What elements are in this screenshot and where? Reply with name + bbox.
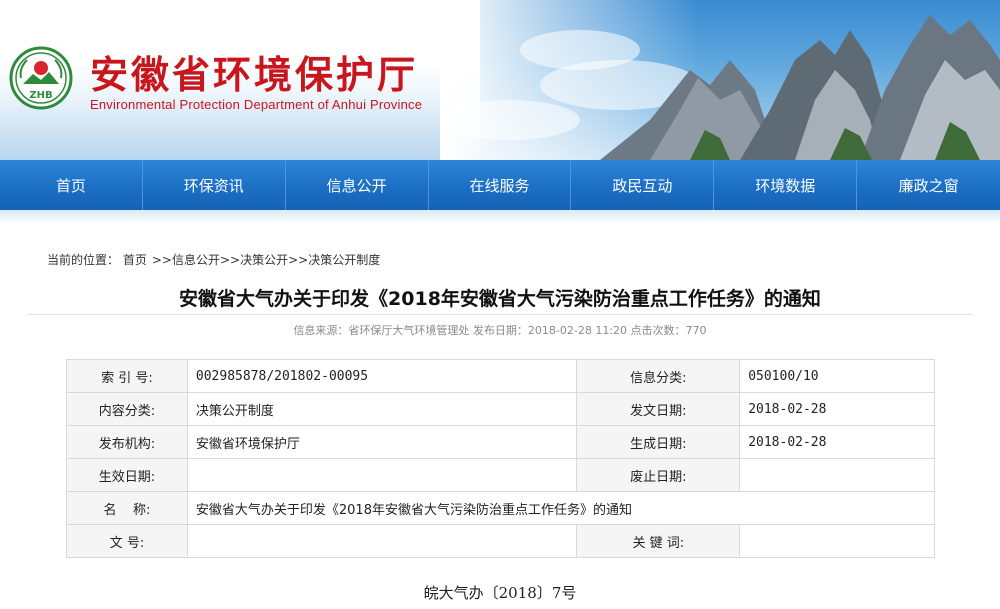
site-subtitle: Environmental Protection Department of A… (90, 97, 423, 112)
table-row: 发布机构: 安徽省环境保护厅 生成日期: 2018-02-28 (66, 425, 935, 459)
issue-date-label: 发文日期: (576, 392, 741, 426)
title-divider (28, 314, 972, 315)
site-title[interactable]: 安徽省环境保护厅 (90, 44, 418, 99)
breadcrumb-separator: >> (288, 253, 309, 267)
effective-date-label: 生效日期: (66, 458, 188, 492)
content-type-label: 内容分类: (66, 392, 188, 426)
keywords-label: 关 键 词: (576, 524, 741, 558)
nav-item-info-disclosure[interactable]: 信息公开 (286, 160, 429, 210)
breadcrumb-link-decision-system[interactable]: 决策公开制度 (308, 253, 380, 267)
category-label: 信息分类: (576, 359, 741, 393)
table-row: 生效日期: 废止日期: (66, 458, 935, 492)
created-date-value: 2018-02-28 (739, 425, 935, 459)
expiry-date-value (739, 458, 935, 492)
logo-text: ZHB (29, 90, 52, 101)
breadcrumb-link-home[interactable]: 首页 (123, 253, 147, 267)
effective-date-value (186, 458, 578, 492)
created-date-label: 生成日期: (576, 425, 741, 459)
issue-date-value: 2018-02-28 (739, 392, 935, 426)
breadcrumb-link-decision-disclosure[interactable]: 决策公开 (240, 253, 288, 267)
table-row: 内容分类: 决策公开制度 发文日期: 2018-02-28 (66, 392, 935, 426)
header-banner: ZHB 安徽省环境保护厅 Environmental Protection De… (0, 0, 1000, 160)
breadcrumb-separator: >> (151, 253, 172, 267)
table-row: 名 称: 安徽省大气办关于印发《2018年安徽省大气污染防治重点工作任务》的通知 (66, 491, 936, 525)
nav-item-home[interactable]: 首页 (0, 160, 143, 210)
name-value: 安徽省大气办关于印发《2018年安徽省大气污染防治重点工作任务》的通知 (186, 491, 936, 525)
nav-item-interaction[interactable]: 政民互动 (571, 160, 715, 210)
nav-item-news[interactable]: 环保资讯 (143, 160, 286, 210)
index-label: 索 引 号: (66, 359, 188, 393)
nav-item-env-data[interactable]: 环境数据 (714, 160, 858, 210)
nav-item-integrity[interactable]: 廉政之窗 (857, 160, 1000, 210)
category-value: 050100/10 (739, 359, 935, 393)
name-label: 名 称: (66, 491, 188, 525)
breadcrumb: 当前的位置： 首页 >>信息公开>>决策公开>>决策公开制度 (47, 251, 380, 268)
doc-no-label: 文 号: (66, 524, 188, 558)
main-nav: 首页 环保资讯 信息公开 在线服务 政民互动 环境数据 廉政之窗 (0, 160, 1000, 210)
mountain-illustration (600, 15, 1000, 160)
table-row: 索 引 号: 002985878/201802-00095 信息分类: 0501… (66, 359, 935, 393)
nav-item-online-service[interactable]: 在线服务 (429, 160, 572, 210)
publisher-value: 安徽省环境保护厅 (186, 425, 578, 459)
zhb-logo-icon: ZHB (9, 46, 73, 110)
breadcrumb-separator: >> (219, 253, 241, 267)
content-type-value: 决策公开制度 (186, 392, 578, 426)
doc-no-value (186, 524, 578, 558)
publisher-label: 发布机构: (66, 425, 188, 459)
keywords-value (739, 524, 935, 558)
expiry-date-label: 废止日期: (576, 458, 741, 492)
document-number: 皖大气办〔2018〕7号 (423, 584, 577, 602)
index-value: 002985878/201802-00095 (186, 359, 578, 393)
banner-cloud (440, 100, 580, 140)
article-meta: 信息来源：省环保厅大气环境管理处 发布日期：2018-02-28 11:20 点… (293, 324, 707, 337)
table-row: 文 号: 关 键 词: (66, 524, 935, 558)
nav-shadow-strip (0, 210, 1000, 224)
info-table: 索 引 号: 002985878/201802-00095 信息分类: 0501… (66, 359, 936, 558)
breadcrumb-prefix: 当前的位置： (47, 253, 120, 267)
breadcrumb-link-info-disclosure[interactable]: 信息公开 (172, 253, 220, 267)
article-title: 安徽省大气办关于印发《2018年安徽省大气污染防治重点工作任务》的通知 (179, 288, 821, 310)
